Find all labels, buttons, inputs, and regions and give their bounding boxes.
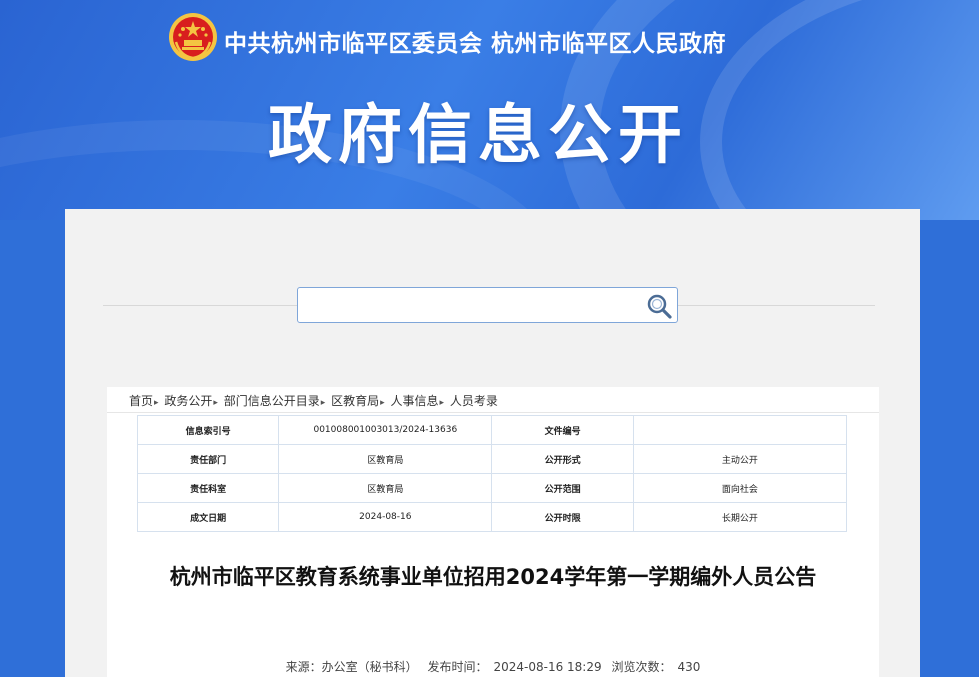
table-row: 责任科室 区教育局 公开范围 面向社会 bbox=[136, 473, 848, 503]
table-value bbox=[632, 415, 848, 445]
breadcrumb-personnel-info[interactable]: 人事信息 bbox=[391, 394, 439, 408]
breadcrumb-home[interactable]: 首页 bbox=[129, 394, 153, 408]
table-value: 区教育局 bbox=[278, 444, 493, 474]
article-source: 来源：办公室（秘书科） bbox=[285, 660, 418, 674]
breadcrumb-recruitment[interactable]: 人员考录 bbox=[450, 394, 498, 408]
organization-title: 中共杭州市临平区委员会 杭州市临平区人民政府 bbox=[224, 31, 727, 57]
search-box bbox=[297, 287, 678, 323]
breadcrumb-government-affairs[interactable]: 政务公开 bbox=[164, 394, 212, 408]
breadcrumb-separator: ▸ bbox=[439, 398, 445, 408]
table-key: 责任部门 bbox=[136, 444, 280, 474]
article-title: 杭州市临平区教育系统事业单位招用2024学年第一学期编外人员公告 bbox=[169, 565, 817, 589]
table-value: 2024-08-16 bbox=[278, 502, 493, 532]
table-value: 区教育局 bbox=[278, 473, 493, 503]
search-input[interactable] bbox=[306, 292, 640, 320]
page-hero-title: 政府信息公开 bbox=[268, 99, 688, 173]
search-icon[interactable] bbox=[644, 292, 674, 320]
table-value: 长期公开 bbox=[632, 502, 848, 532]
table-value: 001008001003013/2024-13636 bbox=[278, 415, 493, 445]
article-views-label: 浏览次数： bbox=[611, 660, 672, 674]
table-row: 责任部门 区教育局 公开形式 主动公开 bbox=[136, 444, 848, 474]
breadcrumb-separator: ▸ bbox=[320, 398, 326, 408]
article-date-label: 发布时间： bbox=[427, 660, 488, 674]
table-key: 成文日期 bbox=[136, 502, 280, 532]
table-key: 公开时限 bbox=[491, 502, 634, 532]
header-banner: 中共杭州市临平区委员会 杭州市临平区人民政府 政府信息公开 bbox=[0, 0, 979, 220]
table-key: 文件编号 bbox=[491, 415, 634, 445]
article-views: 430 bbox=[677, 660, 701, 674]
article-date: 2024-08-16 18:29 bbox=[493, 660, 602, 674]
info-metadata-table: 信息索引号 001008001003013/2024-13636 文件编号 责任… bbox=[136, 415, 848, 532]
breadcrumb-education-bureau[interactable]: 区教育局 bbox=[331, 394, 379, 408]
breadcrumb-divider bbox=[107, 412, 879, 413]
table-row: 信息索引号 001008001003013/2024-13636 文件编号 bbox=[136, 415, 848, 445]
table-key: 公开范围 bbox=[491, 473, 634, 503]
table-key: 公开形式 bbox=[491, 444, 634, 474]
table-key: 责任科室 bbox=[136, 473, 280, 503]
table-row: 成文日期 2024-08-16 公开时限 长期公开 bbox=[136, 502, 848, 532]
breadcrumb-separator: ▸ bbox=[380, 398, 385, 408]
article-meta: 来源：办公室（秘书科） 发布时间： 2024-08-16 18:29 浏览次数： 4… bbox=[107, 658, 879, 675]
breadcrumb-separator: ▸ bbox=[213, 398, 218, 408]
table-value: 主动公开 bbox=[632, 444, 848, 474]
breadcrumb-separator: ▸ bbox=[154, 398, 159, 408]
table-key: 信息索引号 bbox=[136, 415, 280, 445]
table-value: 面向社会 bbox=[632, 473, 848, 503]
national-emblem-icon bbox=[169, 13, 217, 61]
breadcrumb-department-directory[interactable]: 部门信息公开目录 bbox=[224, 394, 320, 408]
breadcrumb: 首页▸ 政务公开▸ 部门信息公开目录▸ 区教育局▸ 人事信息▸ 人员考录 bbox=[129, 392, 498, 409]
